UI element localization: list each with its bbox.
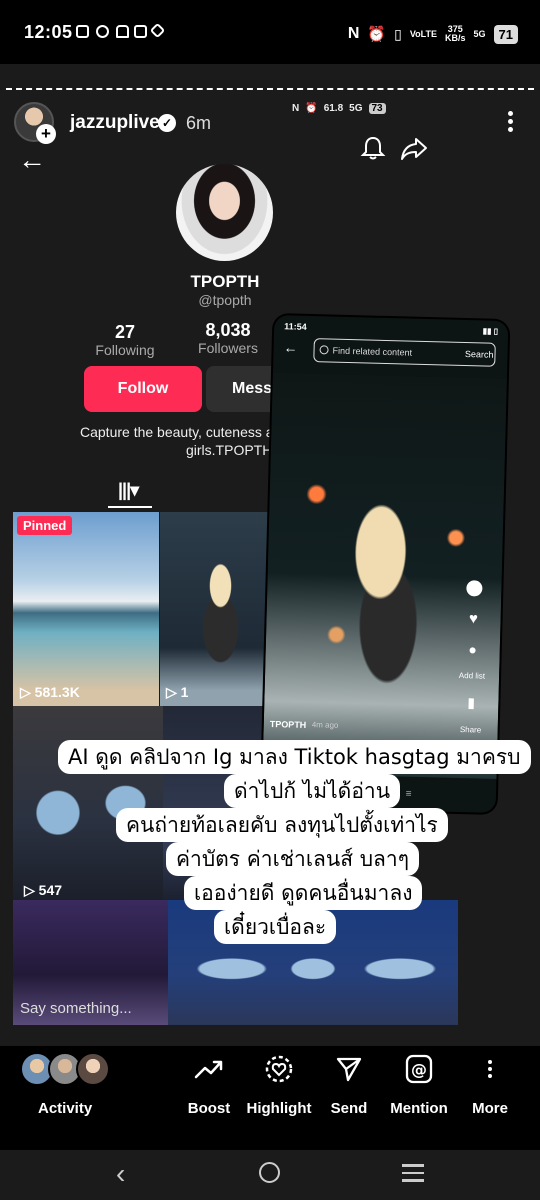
screenshot-status-bar: N ⏰ 61.8 5G 73 (292, 103, 386, 114)
nfc-icon: N (292, 103, 300, 114)
mention-button[interactable]: @ Mention (384, 1052, 454, 1117)
app-icon (116, 25, 129, 38)
comment-icon: ● (468, 641, 478, 658)
story-more-icon[interactable] (500, 108, 520, 136)
highlight-icon (265, 1055, 293, 1083)
more-icon (455, 1052, 525, 1086)
search-button: Search (464, 349, 494, 360)
volte-indicator: VoLTE (409, 28, 437, 39)
video-tile (13, 512, 159, 706)
profile-bio-line: girls.TPOPTH (186, 442, 273, 458)
svg-text:@: @ (411, 1060, 427, 1079)
video-tile (13, 706, 163, 900)
video-tile (160, 512, 270, 706)
view-count: ▷ 581.3K (20, 684, 80, 700)
alarm-icon: ⏰ (305, 103, 318, 114)
profile-avatar (176, 164, 273, 261)
nfc-icon: N (347, 25, 360, 42)
send-button[interactable]: Send (314, 1052, 384, 1117)
status-right: N ⏰ ▯ VoLTE 375 KB/s 5G 71 (348, 22, 518, 46)
inner-status-time: 11:54 (284, 321, 307, 332)
reply-input[interactable]: Say something... (20, 1000, 132, 1017)
activity-label[interactable]: Activity (38, 1100, 92, 1117)
bell-icon (360, 136, 386, 160)
shopee-icon (134, 25, 147, 38)
following-count: 27 (114, 322, 136, 342)
network-type: 5G (349, 103, 363, 114)
share-label: Share (459, 725, 482, 735)
viewer-avatar (76, 1052, 110, 1086)
more-label: More (472, 1100, 508, 1117)
add-story-icon[interactable]: + (36, 124, 56, 144)
followers-count: 8,038 (205, 320, 251, 340)
back-arrow-icon: ← (283, 339, 298, 356)
following-label: Following (95, 342, 155, 358)
add-list-label: Add list (458, 670, 486, 681)
caption-line: คนถ่ายท้อเลยคับ ลงทุนไปตั้งเท่าไร (116, 808, 448, 842)
line-icon (96, 25, 109, 38)
bookmark-icon: ▮ (467, 694, 476, 711)
network-speed: 375 KB/s (445, 24, 466, 43)
caption-line: AI ดูด คลิปจาก Ig มาลง Tiktok hasgtag มา… (58, 740, 531, 774)
followers-label: Followers (198, 340, 258, 356)
alarm-icon: ⏰ (367, 26, 387, 43)
highlight-button[interactable]: Highlight (244, 1052, 314, 1117)
mention-icon: @ (405, 1054, 433, 1084)
caption-line: ค่าบัตร ค่าเช่าเลนส์ บลาๆ (166, 842, 419, 876)
network-type: 5G (473, 28, 486, 39)
profile-name: TPOPTH (190, 272, 260, 291)
caption-line: เดี๋ยวเบื่อละ (214, 910, 337, 944)
back-arrow-icon: ← (18, 144, 46, 175)
creator-name: TPOPTH (269, 719, 307, 730)
pinned-badge: Pinned (17, 516, 73, 535)
more-button[interactable]: More (455, 1052, 525, 1117)
highlight-label: Highlight (246, 1100, 312, 1117)
battery-indicator: 71 (493, 24, 518, 44)
mention-label: Mention (390, 1100, 448, 1117)
story-time: 6m (186, 113, 212, 133)
caption-line: ด่าไปก้ ไม่ได้อ่าน (224, 774, 401, 808)
heart-icon: ♥ (468, 610, 479, 628)
follow-button: Follow (84, 366, 202, 412)
tab-underline (108, 506, 152, 508)
trending-up-icon (194, 1060, 223, 1079)
boost-button[interactable]: Boost (174, 1052, 244, 1117)
send-icon (336, 1057, 362, 1082)
creator-avatar (466, 580, 483, 597)
network-speed: 61.8 (323, 103, 344, 114)
caption-line: เออง่ายดี ดูดคนอื่นมาลง (184, 876, 423, 910)
view-count: ▷ 547 (24, 882, 63, 898)
share-icon (401, 138, 427, 160)
boost-label: Boost (187, 1100, 231, 1117)
instagram-icon (76, 25, 89, 38)
videos-tab-icon: |||▾ (118, 480, 139, 500)
post-time: 4m ago (311, 720, 339, 730)
story-username[interactable]: jazzuplive (70, 112, 160, 134)
progress-divider (6, 88, 534, 90)
video-side-actions: ♥ ● Add list ▮ Share (457, 580, 487, 735)
inner-phone-screenshot: 11:54 ▮▮ ▯ ← Find related content Search… (261, 315, 509, 813)
nav-back-icon[interactable]: ‹ (116, 1158, 125, 1190)
send-label: Send (330, 1100, 368, 1117)
battery-indicator: 73 (368, 103, 386, 114)
activity-button[interactable] (20, 1052, 114, 1086)
profile-bio-line: Capture the beauty, cuteness a (80, 424, 274, 440)
view-count: ▷ 1 (166, 684, 189, 700)
inner-status-right: ▮▮ ▯ (482, 326, 499, 336)
nav-home-icon[interactable] (259, 1162, 280, 1183)
verified-icon: ✓ (158, 114, 176, 132)
nav-recents-icon[interactable] (402, 1164, 424, 1187)
vibrate-icon: ▯ (394, 25, 402, 42)
status-time: 12:05 (24, 22, 73, 42)
profile-handle: @tpopth (198, 292, 252, 308)
